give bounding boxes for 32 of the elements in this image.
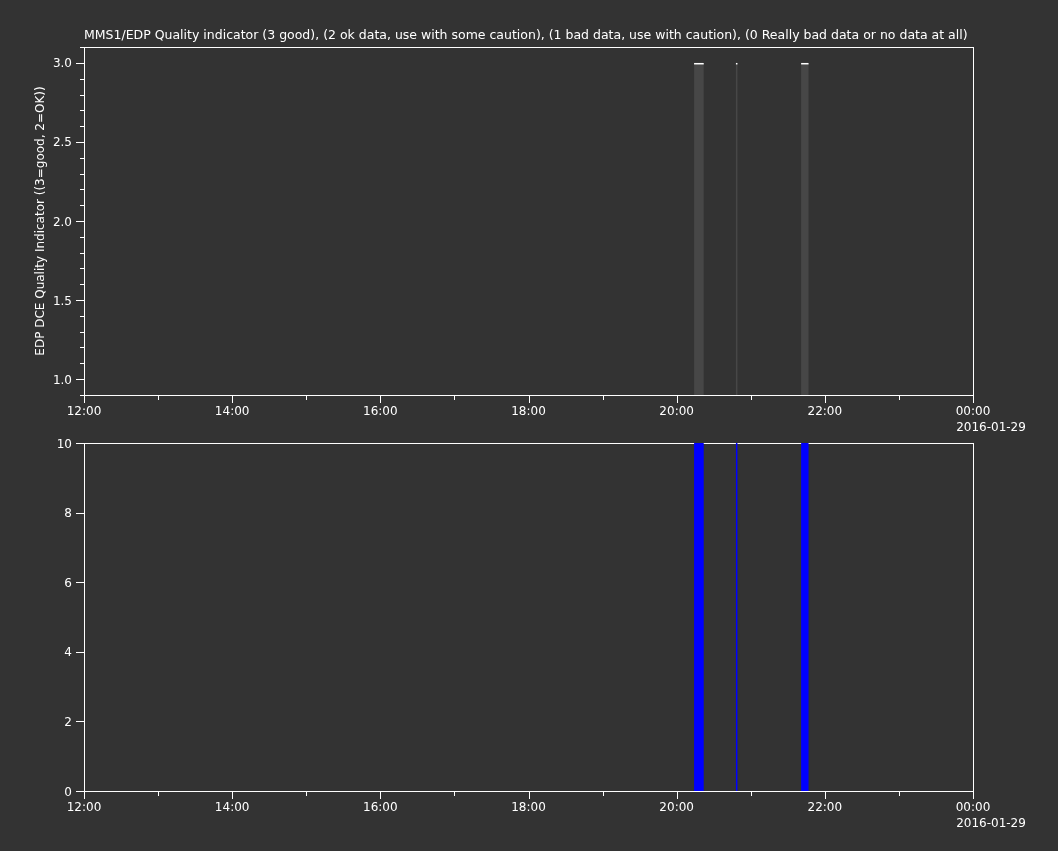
- tick-label: 14:00: [214, 404, 250, 418]
- tick-label: 00:00: [955, 800, 991, 814]
- tick-label: 2.5: [52, 135, 72, 150]
- tick-label: 16:00: [363, 404, 398, 418]
- tick-label: 0: [64, 784, 72, 799]
- bar-cap: [735, 62, 739, 65]
- tick-label: 20:00: [659, 404, 694, 418]
- plot-title: MMS1/EDP Quality indicator (3 good), (2 ok data, use with some caution), (1 bad data, use with caution), (0 Really bad data or no data at all): [84, 27, 968, 42]
- tick-label: 10: [56, 436, 72, 451]
- tick-label: 16:00: [363, 800, 398, 814]
- date-label: 2016-01-29: [956, 420, 1026, 433]
- tick-label: 22:00: [807, 404, 843, 418]
- tick-label: 12:00: [66, 404, 102, 418]
- tick-label: 2: [64, 714, 72, 729]
- tick-label: 14:00: [214, 800, 250, 814]
- bar-cap: [800, 62, 810, 65]
- y-axis-label: EDP DCE Quality Indicator ((3=good, 2=OK)): [33, 86, 47, 356]
- tick-label: 00:00: [955, 404, 991, 418]
- date-label: 2016-01-29: [956, 816, 1026, 830]
- tick-label: 3.0: [52, 56, 72, 71]
- tick-label: 6: [64, 575, 72, 590]
- tick-label: 18:00: [511, 404, 546, 418]
- tick-label: 12:00: [66, 800, 102, 814]
- tick-label: 20:00: [659, 800, 694, 814]
- tick-label: 1.5: [52, 293, 72, 308]
- tick-label: 22:00: [807, 800, 843, 814]
- tick-label: 4: [64, 645, 72, 660]
- tick-label: 1.0: [52, 372, 72, 387]
- tick-label: 18:00: [511, 800, 546, 814]
- tick-label: 8: [64, 506, 72, 521]
- tick-label: 2.0: [52, 214, 72, 229]
- bar-cap: [693, 62, 705, 65]
